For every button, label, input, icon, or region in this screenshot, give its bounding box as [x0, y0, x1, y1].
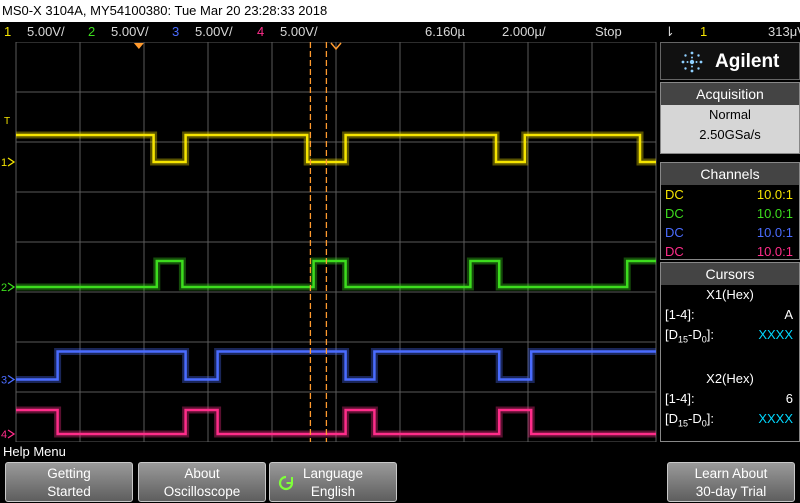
help-menu-bar: Help Menu: [0, 442, 800, 462]
ch2-ground-marker: 2: [1, 282, 16, 294]
acquisition-header: Acquisition: [661, 83, 799, 105]
ch2-scale[interactable]: 5.00V/: [111, 22, 149, 42]
learn-line2: 30-day Trial: [695, 484, 767, 499]
trigger-channel[interactable]: 1: [700, 22, 707, 42]
ch4-marker-arrow: [7, 429, 16, 439]
ch4-scale[interactable]: 5.00V/: [280, 22, 318, 42]
agilent-spark-icon: [681, 51, 703, 73]
trigger-level-marker: T: [4, 116, 10, 127]
trigger-position-marker: [133, 43, 144, 49]
x2-range-value: 6: [785, 391, 793, 406]
about-line1: About: [184, 466, 220, 481]
getting-started-line2: Started: [47, 484, 91, 499]
horizontal-delay[interactable]: 6.160µ: [425, 22, 465, 42]
ch3-probe: 10.0:1: [756, 225, 793, 240]
ch2-probe: 10.0:1: [756, 206, 793, 221]
about-line2: Oscilloscope: [163, 484, 241, 499]
language-button[interactable]: Language English: [269, 462, 397, 502]
x1-range-value: A: [784, 307, 793, 322]
rotate-arrow-icon: [278, 475, 294, 491]
ch4-marker-label: 4: [1, 429, 7, 441]
ch3-scale[interactable]: 5.00V/: [195, 22, 233, 42]
ch1-probe: 10.0:1: [756, 187, 793, 202]
about-oscilloscope-button[interactable]: About Oscilloscope: [138, 462, 266, 502]
sample-rate: 2.50GSa/s: [699, 127, 761, 142]
x1-range-label: [1-4]:: [665, 307, 695, 322]
ch4-ground-marker: 4: [1, 429, 16, 441]
status-bar: 1 5.00V/ 2 5.00V/ 3 5.00V/ 4 5.00V/ 6.16…: [0, 22, 800, 42]
channel-row-2[interactable]: DC 10.0:1: [661, 204, 799, 223]
getting-started-line1: Getting: [47, 466, 91, 481]
learn-trial-button[interactable]: Learn About 30-day Trial: [667, 462, 795, 502]
acquisition-mode: Normal: [709, 107, 751, 122]
ch2-number[interactable]: 2: [88, 22, 95, 42]
title-text: MS0-X 3104A, MY54100380: Tue Mar 20 23:2…: [2, 3, 328, 18]
side-panel: Agilent Acquisition Normal 2.50GSa/s Cha…: [660, 42, 800, 442]
ch1-coupling: DC: [665, 187, 684, 202]
acquisition-panel[interactable]: Acquisition Normal 2.50GSa/s: [660, 82, 800, 154]
x1-digital-label: [D15-D0]:: [665, 327, 714, 345]
ch1-scale[interactable]: 5.00V/: [27, 22, 65, 42]
scope-display[interactable]: 1 2 3 4 T: [0, 42, 660, 442]
channels-panel[interactable]: Channels DC 10.0:1 DC 10.0:1 DC 10.0:1 D…: [660, 162, 800, 260]
waveform-graticule[interactable]: 1 2 3 4 T: [0, 42, 660, 442]
ch3-number[interactable]: 3: [172, 22, 179, 42]
channel-row-1[interactable]: DC 10.0:1: [661, 185, 799, 204]
ch3-marker-label: 3: [1, 375, 7, 387]
x2-range-label: [1-4]:: [665, 391, 695, 406]
cursors-panel[interactable]: Cursors X1(Hex) [1-4]: A [D15-D0]: XXXX …: [660, 262, 800, 442]
ch3-marker-arrow: [7, 374, 16, 385]
channel-row-4[interactable]: DC 10.0:1: [661, 242, 799, 261]
graticule-grid: [15, 42, 657, 442]
ch4-coupling: DC: [665, 244, 684, 259]
x2-title: X2(Hex): [706, 371, 754, 386]
brand-name: Agilent: [715, 51, 780, 72]
x1-digital-value: XXXX: [758, 327, 793, 342]
trigger-level[interactable]: 313μV: [768, 22, 800, 42]
ch3-ground-marker: 3: [1, 374, 16, 387]
ch4-number[interactable]: 4: [257, 22, 264, 42]
brand-box: Agilent: [660, 42, 800, 80]
ch2-coupling: DC: [665, 206, 684, 221]
timebase-scale[interactable]: 2.000µ/: [502, 22, 546, 42]
x2-digital-label: [D15-D0]:: [665, 411, 714, 429]
run-state[interactable]: Stop: [595, 22, 622, 42]
trigger-edge-icon: ⇂: [664, 24, 675, 39]
ch1-ground-marker: 1: [1, 157, 16, 169]
ch1-marker-label: 1: [1, 157, 7, 169]
ch4-probe: 10.0:1: [756, 244, 793, 259]
channel-markers: 1 2 3 4 T: [1, 116, 16, 441]
title-bar: MS0-X 3104A, MY54100380: Tue Mar 20 23:2…: [0, 0, 800, 22]
ch1-number[interactable]: 1: [4, 22, 11, 42]
ch2-marker-label: 2: [1, 282, 7, 294]
help-menu-label: Help Menu: [3, 444, 66, 459]
learn-line1: Learn About: [694, 466, 768, 481]
x2-digital-value: XXXX: [758, 411, 793, 426]
channel-row-3[interactable]: DC 10.0:1: [661, 223, 799, 242]
ch3-coupling: DC: [665, 225, 684, 240]
x1-title: X1(Hex): [706, 287, 754, 302]
ch2-marker-arrow: [7, 282, 16, 292]
channels-header: Channels: [661, 163, 799, 185]
ch1-marker-arrow: [7, 157, 16, 167]
getting-started-button[interactable]: Getting Started: [5, 462, 133, 502]
cursors-header: Cursors: [661, 263, 799, 285]
